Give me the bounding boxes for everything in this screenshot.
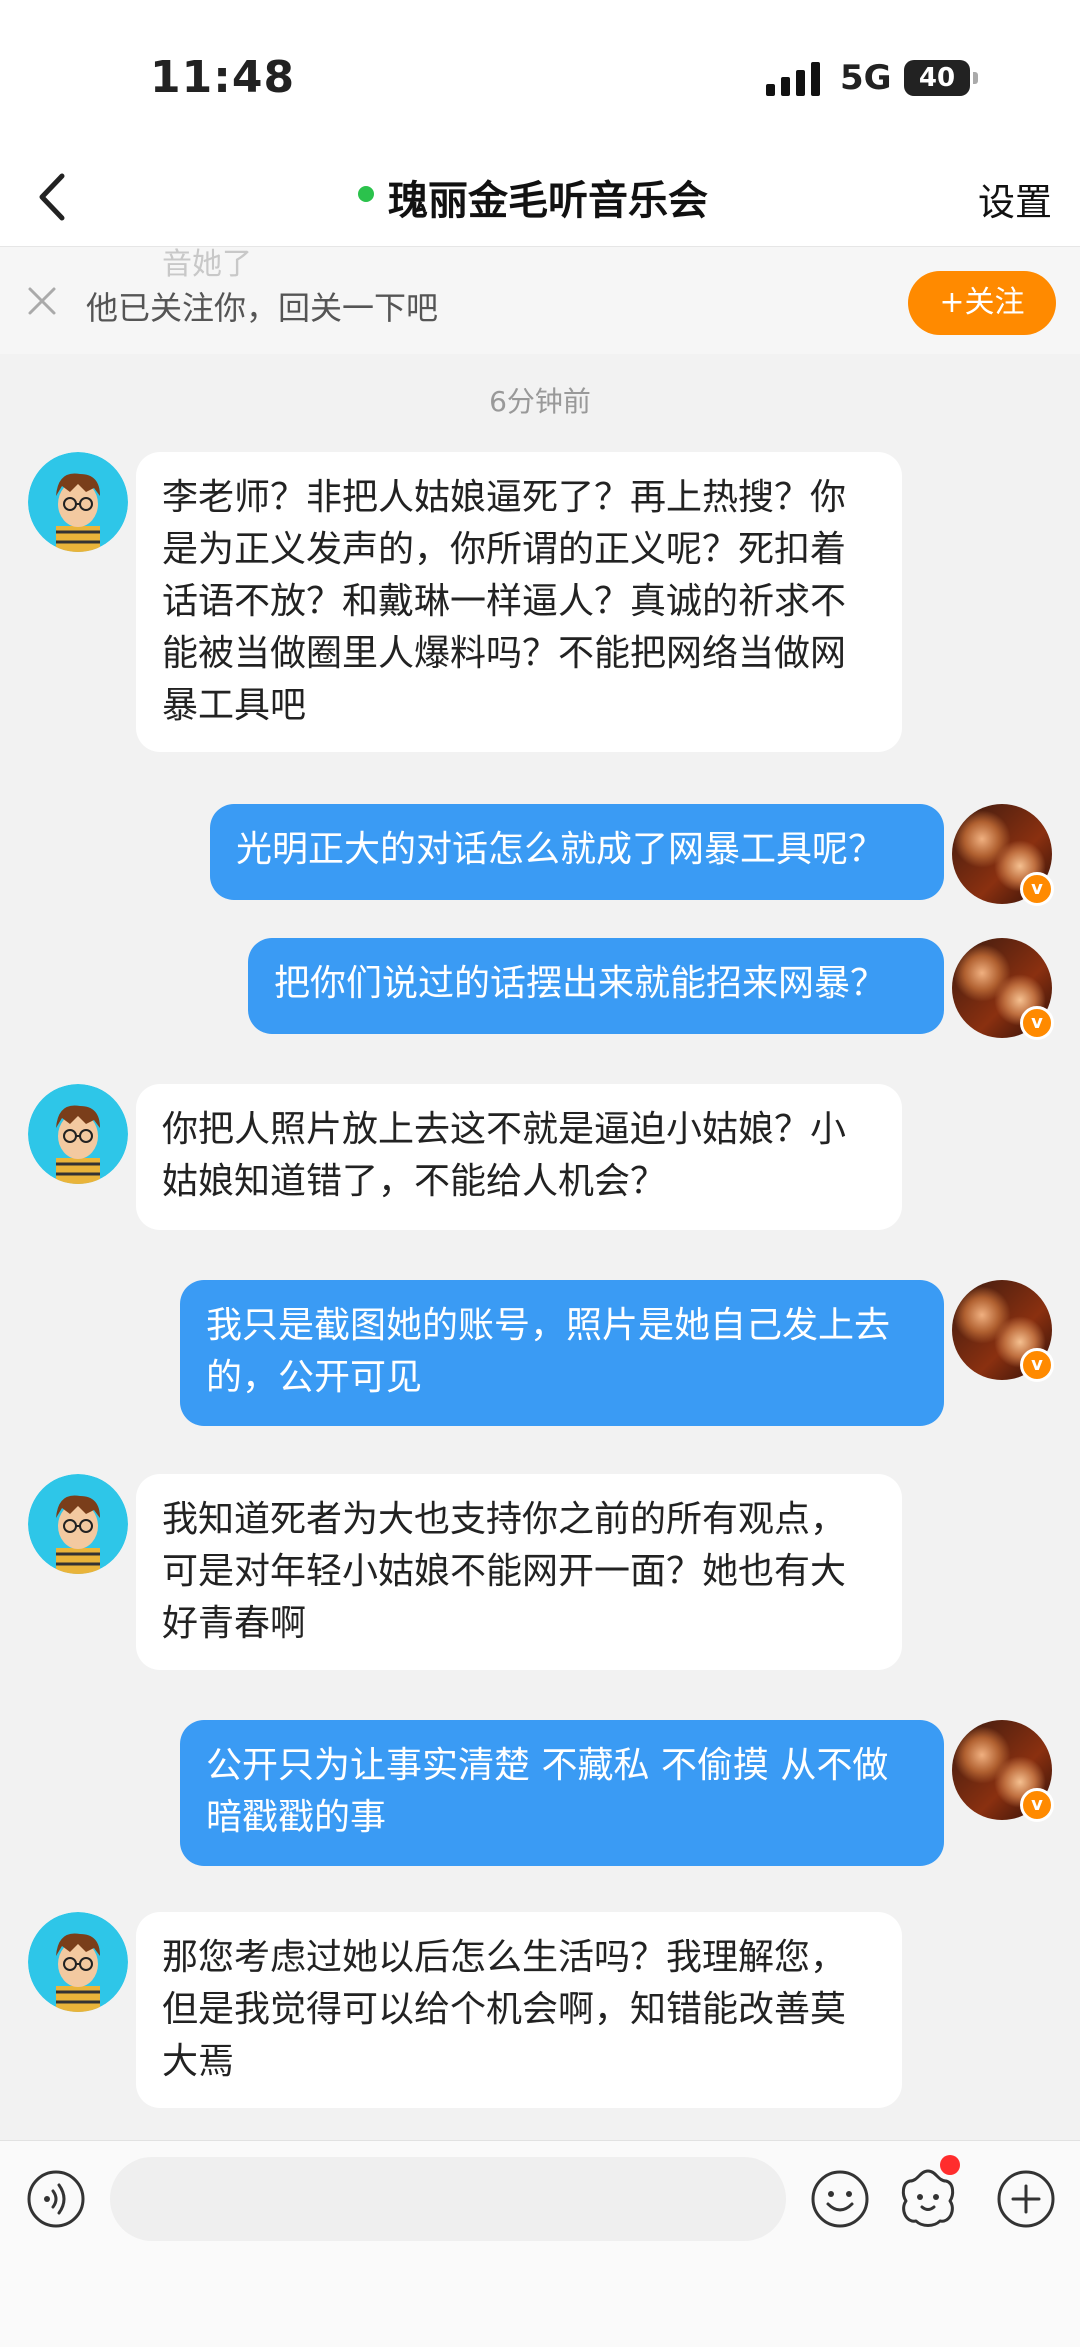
banner-text: 他已关注你，回关一下吧 (86, 289, 439, 327)
settings-button[interactable]: 设置 (978, 172, 1052, 226)
avatar[interactable]: v (952, 804, 1054, 906)
incoming-message: 我知道死者为大也支持你之前的所有观点，可是对年轻小姑娘不能网开一面？她也有大好青… (136, 1474, 902, 1670)
outgoing-message: 光明正大的对话怎么就成了网暴工具呢？ (210, 804, 944, 900)
outgoing-message: 我只是截图她的账号，照片是她自己发上去的，公开可见 (180, 1280, 944, 1426)
incoming-message: 那您考虑过她以后怎么生活吗？我理解您，但是我觉得可以给个机会啊，知错能改善莫大焉 (136, 1912, 902, 2108)
cartoon-avatar-icon (28, 452, 128, 552)
battery-indicator: 40 (904, 60, 978, 96)
status-bar: 11:48 5G 40 (0, 0, 1080, 150)
cartoon-avatar-icon (28, 1084, 128, 1184)
banner-partial-text: 音她了 (162, 247, 252, 282)
verified-badge-icon: v (1020, 1788, 1054, 1822)
avatar[interactable] (28, 1084, 128, 1184)
avatar[interactable]: v (952, 938, 1054, 1040)
signal-icon (766, 62, 820, 96)
chat-header: 瑰丽金毛听音乐会 设置 (0, 150, 1080, 246)
avatar[interactable]: v (952, 1720, 1054, 1822)
incoming-message: 李老师？非把人姑娘逼死了？再上热搜？你是为正义发声的，你所谓的正义呢？死扣着话语… (136, 452, 902, 752)
verified-badge-icon: v (1020, 872, 1054, 906)
chat-title: 瑰丽金毛听音乐会 (388, 178, 708, 224)
verified-badge-icon: v (1020, 1348, 1054, 1382)
incoming-message: 你把人照片放上去这不就是逼迫小姑娘？小姑娘知道错了，不能给人机会？ (136, 1084, 902, 1230)
message-timestamp: 6分钟前 (489, 385, 591, 418)
avatar[interactable]: v (952, 1280, 1054, 1382)
avatar[interactable] (28, 1912, 128, 2012)
plus-icon[interactable] (996, 2169, 1056, 2229)
network-type: 5G (840, 58, 892, 98)
cartoon-avatar-icon (28, 1474, 128, 1574)
message-input[interactable] (110, 2157, 786, 2241)
notification-dot (940, 2155, 960, 2175)
avatar[interactable] (28, 1474, 128, 1574)
verified-badge-icon: v (1020, 1006, 1054, 1040)
online-status-dot (358, 186, 374, 202)
voice-icon[interactable] (26, 2169, 86, 2229)
status-time: 11:48 (150, 52, 296, 103)
emoji-icon[interactable] (810, 2169, 870, 2229)
input-bar (0, 2140, 1080, 2347)
outgoing-message: 公开只为让事实清楚 不藏私 不偷摸 从不做暗戳戳的事 (180, 1720, 944, 1866)
follow-back-banner: 音她了 他已关注你，回关一下吧 +关注 (0, 246, 1080, 354)
chevron-left-icon[interactable] (20, 162, 90, 232)
follow-button[interactable]: +关注 (908, 271, 1056, 335)
cartoon-avatar-icon (28, 1912, 128, 2012)
close-icon[interactable] (24, 283, 60, 319)
outgoing-message: 把你们说过的话摆出来就能招来网暴？ (248, 938, 944, 1034)
avatar[interactable] (28, 452, 128, 552)
